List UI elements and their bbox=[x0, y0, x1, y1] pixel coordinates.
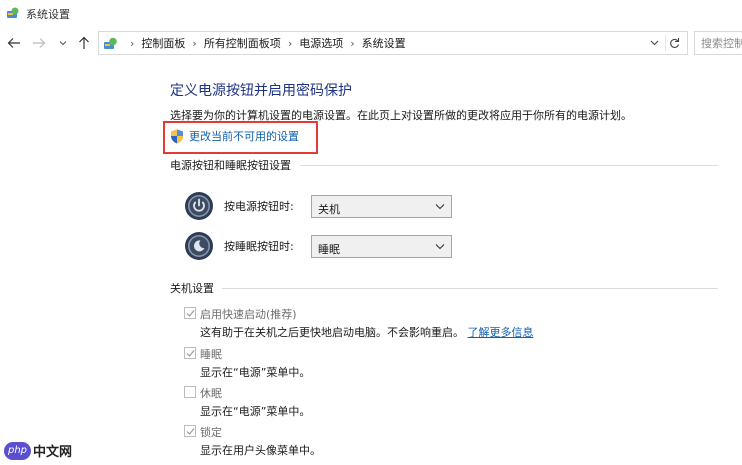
select-value: 关机 bbox=[318, 203, 340, 216]
section-heading-label: 电源按钮和睡眠按钮设置 bbox=[170, 159, 291, 172]
arrow-left-icon bbox=[7, 38, 20, 48]
watermark: php 中文网 bbox=[4, 441, 72, 460]
forward-button[interactable] bbox=[30, 34, 48, 52]
refresh-button[interactable] bbox=[665, 35, 683, 51]
power-button-action-select[interactable]: 关机 bbox=[311, 195, 452, 218]
breadcrumb-item[interactable]: 系统设置 bbox=[362, 35, 406, 51]
search-box[interactable] bbox=[694, 31, 742, 55]
power-button-row: 按电源按钮时: 关机 bbox=[184, 191, 452, 221]
fast-startup-description: 这有助于在关机之后更快地启动电脑。不会影响重启。 了解更多信息 bbox=[200, 324, 534, 340]
checkbox-label: 锁定 bbox=[200, 426, 222, 439]
arrow-right-icon bbox=[33, 38, 46, 48]
recent-locations-button[interactable] bbox=[56, 34, 70, 52]
checkmark-icon bbox=[186, 428, 195, 435]
chevron-down-icon bbox=[435, 244, 445, 250]
up-button[interactable] bbox=[74, 34, 94, 52]
breadcrumb-item[interactable]: 电源选项 bbox=[299, 35, 343, 51]
chevron-right-icon: › bbox=[350, 36, 355, 50]
control-panel-icon bbox=[104, 37, 117, 49]
page-title: 定义电源按钮并启用密码保护 bbox=[170, 83, 352, 99]
chevron-right-icon: › bbox=[287, 36, 293, 50]
refresh-icon bbox=[670, 38, 680, 48]
sleep-button-icon bbox=[185, 232, 213, 260]
address-bar: › 控制面板 › 所有控制面板项 › 电源选项 › 系统设置 bbox=[0, 28, 742, 58]
breadcrumb-item[interactable]: 控制面板 bbox=[141, 35, 185, 51]
power-button-label: 按电源按钮时: bbox=[224, 200, 294, 213]
hibernate-checkbox[interactable] bbox=[184, 386, 196, 398]
chevron-down-icon bbox=[650, 40, 658, 46]
chevron-down-icon bbox=[59, 41, 67, 46]
chevron-right-icon: › bbox=[192, 36, 197, 50]
change-unavailable-settings-link[interactable]: 更改当前不可用的设置 bbox=[170, 128, 299, 144]
lock-description: 显示在用户头像菜单中。 bbox=[200, 444, 321, 457]
breadcrumb-item[interactable]: 所有控制面板项 bbox=[204, 35, 281, 51]
checkbox-label: 休眠 bbox=[200, 387, 222, 400]
checkmark-icon bbox=[186, 310, 195, 317]
search-input[interactable] bbox=[695, 32, 742, 55]
checkbox-label: 睡眠 bbox=[200, 348, 222, 361]
address-field[interactable]: › 控制面板 › 所有控制面板项 › 电源选项 › 系统设置 bbox=[98, 31, 688, 55]
checkmark-icon bbox=[186, 350, 195, 357]
lock-checkbox[interactable] bbox=[184, 425, 196, 437]
address-dropdown-button[interactable] bbox=[647, 36, 661, 50]
arrow-up-icon bbox=[79, 36, 89, 49]
checkbox-label: 启用快速启动(推荐) bbox=[200, 308, 297, 321]
learn-more-link[interactable]: 了解更多信息 bbox=[468, 326, 534, 339]
power-button-icon bbox=[185, 192, 213, 220]
power-section-heading: 电源按钮和睡眠按钮设置 bbox=[170, 157, 291, 173]
description-text: 这有助于在关机之后更快地启动电脑。不会影响重启。 bbox=[200, 326, 464, 339]
sleep-button-label: 按睡眠按钮时: bbox=[224, 240, 294, 253]
control-panel-icon bbox=[7, 7, 19, 18]
hibernate-description: 显示在“电源”菜单中。 bbox=[200, 405, 311, 418]
uac-shield-icon bbox=[171, 129, 183, 143]
title-bar: 系统设置 bbox=[0, 0, 742, 26]
sleep-button-row: 按睡眠按钮时: 睡眠 bbox=[184, 231, 452, 261]
section-heading-label: 关机设置 bbox=[170, 282, 214, 295]
watermark-badge: php bbox=[4, 441, 31, 460]
select-value: 睡眠 bbox=[318, 243, 340, 256]
breadcrumb: › 控制面板 › 所有控制面板项 › 电源选项 › 系统设置 bbox=[123, 32, 406, 54]
watermark-text: 中文网 bbox=[33, 445, 73, 460]
change-link-label[interactable]: 更改当前不可用的设置 bbox=[189, 128, 299, 144]
divider bbox=[222, 288, 718, 289]
chevron-right-icon: › bbox=[130, 36, 135, 50]
sleep-checkbox[interactable] bbox=[184, 347, 196, 359]
back-button[interactable] bbox=[4, 34, 24, 52]
fast-startup-checkbox[interactable] bbox=[184, 307, 196, 319]
chevron-down-icon bbox=[435, 204, 445, 210]
sleep-button-action-select[interactable]: 睡眠 bbox=[311, 235, 452, 258]
window-title: 系统设置 bbox=[26, 8, 70, 21]
divider bbox=[300, 165, 718, 166]
sleep-description: 显示在“电源”菜单中。 bbox=[200, 366, 311, 379]
shutdown-section-heading: 关机设置 bbox=[170, 280, 214, 296]
